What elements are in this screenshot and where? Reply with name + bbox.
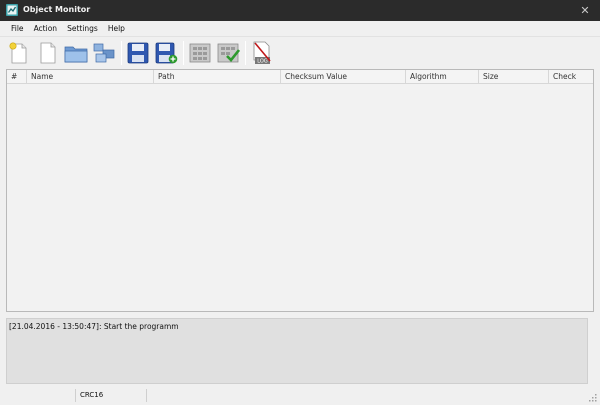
toolbar-separator bbox=[121, 41, 122, 65]
column-header-path[interactable]: Path bbox=[154, 70, 281, 84]
menu-file[interactable]: File bbox=[6, 21, 29, 36]
status-algorithm: CRC16 bbox=[80, 391, 104, 399]
close-icon: ✕ bbox=[580, 3, 590, 17]
log-label-text: LOG bbox=[257, 59, 268, 65]
menu-action[interactable]: Action bbox=[29, 21, 63, 36]
toolbar-separator bbox=[245, 41, 246, 65]
log-panel[interactable]: [21.04.2016 - 13:50:47]: Start the progr… bbox=[6, 318, 588, 384]
resize-grip-icon[interactable] bbox=[589, 394, 597, 402]
menu-bar: File Action Settings Help bbox=[0, 21, 600, 36]
status-bar: CRC16 bbox=[0, 387, 600, 405]
open-folder-icon bbox=[64, 46, 88, 63]
column-header-size[interactable]: Size bbox=[479, 70, 549, 84]
toolbar-separator bbox=[183, 41, 184, 65]
no-log-icon: LOG bbox=[253, 41, 271, 65]
window-title: Object Monitor bbox=[23, 5, 91, 14]
calculate-button[interactable] bbox=[187, 40, 213, 66]
calculate-icon bbox=[189, 43, 211, 63]
verify-checksum-icon bbox=[217, 43, 240, 63]
log-line: [21.04.2016 - 13:50:47]: Start the progr… bbox=[9, 322, 179, 331]
save-as-icon bbox=[155, 42, 178, 64]
add-objects-button[interactable] bbox=[91, 40, 117, 66]
blank-document-button[interactable] bbox=[35, 40, 61, 66]
objects-table[interactable]: # Name Path Checksum Value Algorithm Siz… bbox=[6, 69, 594, 312]
table-header: # Name Path Checksum Value Algorithm Siz… bbox=[7, 70, 593, 84]
column-header-check[interactable]: Check bbox=[549, 70, 593, 84]
column-header-name[interactable]: Name bbox=[27, 70, 154, 84]
status-divider bbox=[146, 389, 147, 402]
toolbar: LOG bbox=[0, 36, 600, 68]
save-button[interactable] bbox=[125, 40, 151, 66]
save-icon bbox=[127, 42, 149, 64]
save-as-button[interactable] bbox=[153, 40, 179, 66]
add-objects-icon bbox=[93, 43, 115, 63]
column-header-checksum-value[interactable]: Checksum Value bbox=[281, 70, 406, 84]
toggle-log-button[interactable]: LOG bbox=[249, 40, 275, 66]
blank-document-icon bbox=[40, 42, 56, 64]
main-window: Object Monitor ✕ File Action Settings He… bbox=[0, 0, 600, 405]
app-icon bbox=[6, 4, 18, 16]
close-button[interactable]: ✕ bbox=[570, 0, 600, 20]
new-file-icon bbox=[9, 42, 27, 64]
menu-settings[interactable]: Settings bbox=[62, 21, 103, 36]
verify-checksum-button[interactable] bbox=[215, 40, 241, 66]
new-file-button[interactable] bbox=[6, 40, 32, 66]
status-cell-info bbox=[2, 388, 74, 403]
column-header-number[interactable]: # bbox=[7, 70, 27, 84]
column-header-algorithm[interactable]: Algorithm bbox=[406, 70, 479, 84]
title-bar[interactable]: Object Monitor ✕ bbox=[0, 0, 600, 21]
menu-help[interactable]: Help bbox=[103, 21, 130, 36]
status-cell-extra bbox=[148, 388, 448, 403]
open-folder-button[interactable] bbox=[63, 40, 89, 66]
